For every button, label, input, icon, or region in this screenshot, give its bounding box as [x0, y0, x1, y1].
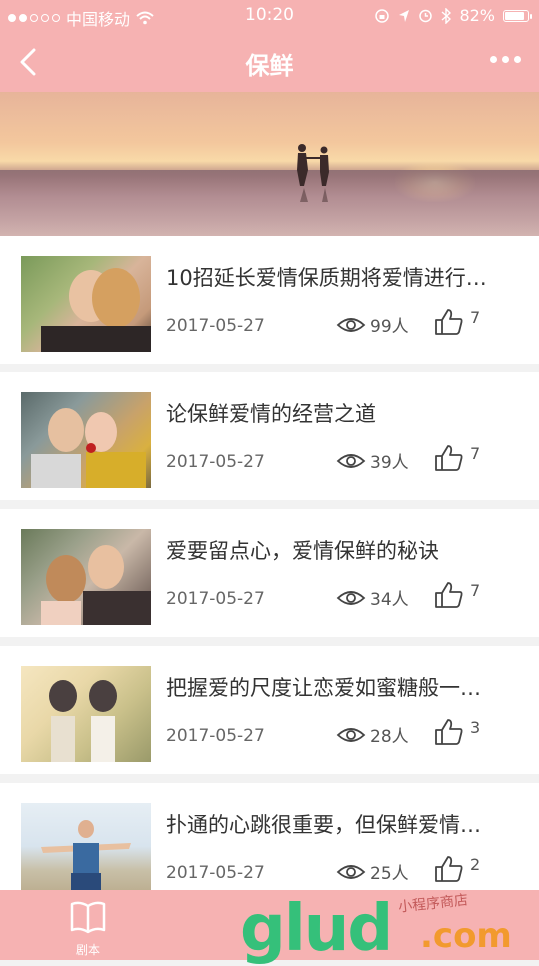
- view-count-label: 28人: [370, 727, 409, 747]
- article-date: 2017-05-27: [166, 863, 265, 883]
- thumbs-up-icon: [435, 856, 463, 882]
- view-count: 28人: [336, 722, 409, 747]
- like-button[interactable]: 2: [434, 855, 480, 883]
- like-button[interactable]: 3: [434, 718, 480, 746]
- like-button[interactable]: 7: [434, 444, 480, 472]
- article-date: 2017-05-27: [166, 452, 265, 472]
- article-thumbnail: [21, 256, 151, 352]
- watermark-domain: .com: [420, 916, 512, 956]
- tab-script[interactable]: 剧本: [38, 894, 138, 958]
- article-thumbnail: [21, 392, 151, 488]
- more-dot: [514, 56, 521, 63]
- lock-rotation-icon: [375, 8, 390, 23]
- banner-image[interactable]: [0, 92, 539, 236]
- bluetooth-icon: [441, 7, 452, 24]
- article-title: 爱要留点心，爱情保鲜的秘诀: [166, 539, 439, 563]
- tab-label: 剧本: [75, 943, 100, 957]
- view-count-label: 39人: [370, 453, 409, 473]
- article-thumbnail: [21, 803, 151, 899]
- like-count: 2: [470, 855, 481, 874]
- thumbs-up-icon: [435, 309, 463, 335]
- book-icon: [70, 901, 106, 934]
- more-dot: [502, 56, 509, 63]
- like-count: 7: [470, 308, 481, 327]
- article-date: 2017-05-27: [166, 726, 265, 746]
- thumbs-up-icon: [435, 719, 463, 745]
- nav-bar: 保鲜: [0, 32, 539, 92]
- like-button[interactable]: 7: [434, 308, 480, 336]
- watermark-logo: glud: [240, 892, 393, 966]
- more-button[interactable]: [490, 56, 521, 63]
- like-count: 7: [470, 581, 481, 600]
- battery-icon: [503, 9, 532, 22]
- status-right: 82%: [374, 6, 532, 25]
- list-item[interactable]: 10招延长爱情保质期将爱情进行… 2017-05-27 99人 7: [0, 236, 539, 364]
- list-item[interactable]: 把握爱的尺度让恋爱如蜜糖般一… 2017-05-27 28人 3: [0, 646, 539, 774]
- like-count: 3: [470, 718, 481, 737]
- view-count: 99人: [336, 312, 409, 337]
- more-dot: [490, 56, 497, 63]
- article-title: 10招延长爱情保质期将爱情进行…: [166, 266, 487, 290]
- couple-silhouette: [297, 144, 329, 202]
- article-date: 2017-05-27: [166, 589, 265, 609]
- article-thumbnail: [21, 666, 151, 762]
- alarm-icon: [419, 9, 433, 23]
- article-thumbnail: [21, 529, 151, 625]
- battery-percent: 82%: [459, 6, 495, 25]
- eye-icon: [336, 317, 366, 332]
- view-count: 34人: [336, 585, 409, 610]
- article-title: 论保鲜爱情的经营之道: [166, 402, 376, 426]
- list-item[interactable]: 爱要留点心，爱情保鲜的秘诀 2017-05-27 34人 7: [0, 509, 539, 637]
- thumbs-up-icon: [435, 445, 463, 471]
- page-title: 保鲜: [245, 52, 294, 80]
- view-count-label: 25人: [370, 864, 409, 884]
- status-bar: 中国移动 10:20 82%: [0, 0, 539, 32]
- article-date: 2017-05-27: [166, 316, 265, 336]
- view-count-label: 99人: [370, 317, 409, 337]
- thumbs-up-icon: [435, 582, 463, 608]
- like-button[interactable]: 7: [434, 581, 480, 609]
- eye-icon: [336, 453, 366, 468]
- list-item[interactable]: 论保鲜爱情的经营之道 2017-05-27 39人 7: [0, 372, 539, 500]
- location-icon: [399, 9, 410, 22]
- banner-shore: [0, 170, 539, 236]
- article-title: 把握爱的尺度让恋爱如蜜糖般一…: [166, 676, 481, 700]
- eye-icon: [336, 590, 366, 605]
- view-count: 25人: [336, 859, 409, 884]
- view-count-label: 34人: [370, 590, 409, 610]
- like-count: 7: [470, 444, 481, 463]
- view-count: 39人: [336, 448, 409, 473]
- eye-icon: [336, 864, 366, 879]
- article-title: 扑通的心跳很重要，但保鲜爱情…: [166, 813, 481, 837]
- eye-icon: [336, 727, 366, 742]
